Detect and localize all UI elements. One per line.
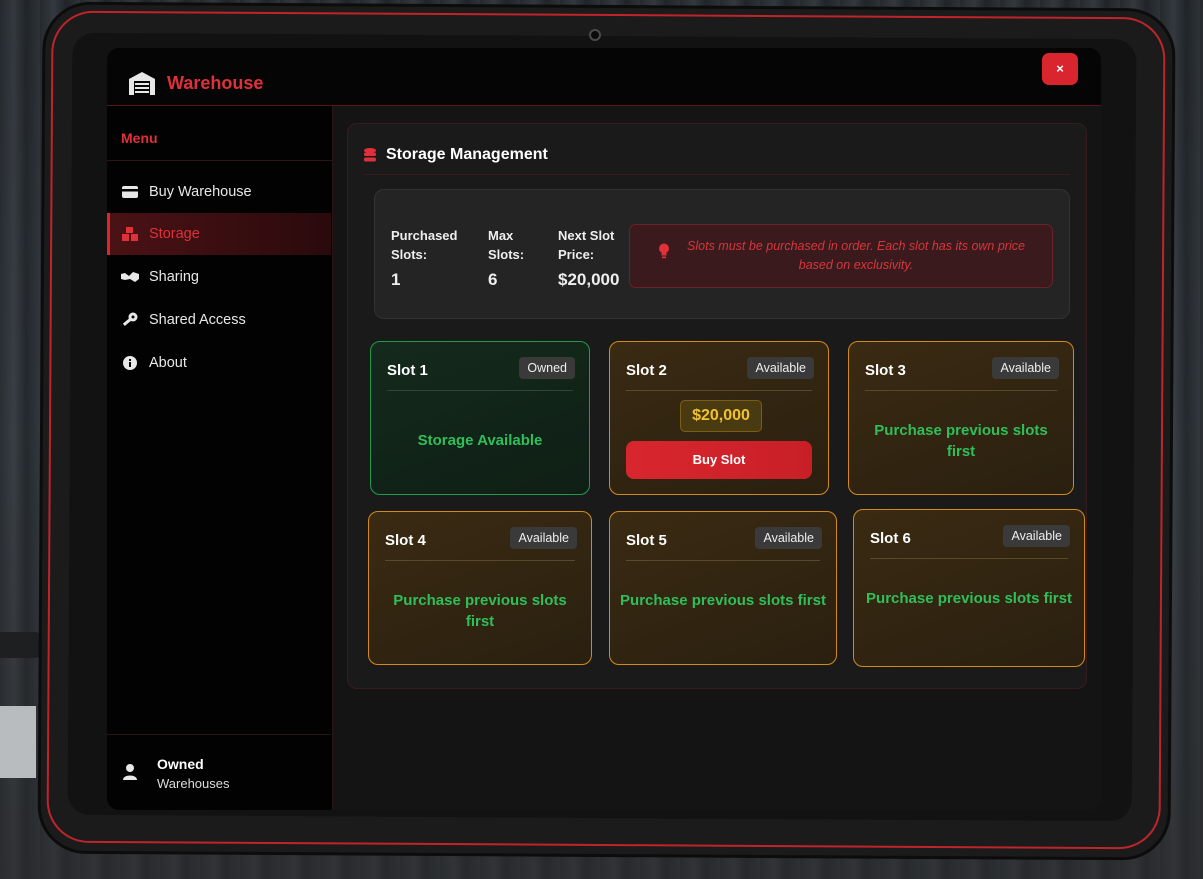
lightbulb-icon (659, 243, 669, 259)
slot-divider (865, 390, 1057, 391)
panel-header: Storage Management (364, 136, 1070, 175)
slot-message: Storage Available (417, 432, 543, 449)
sidebar-item-label: About (149, 355, 187, 371)
sidebar-item-label: Shared Access (149, 312, 246, 328)
stat-value: 1 (391, 270, 401, 289)
slot-name: Slot 2 (626, 362, 667, 379)
stat-max-slots: Max Slots: 6 (488, 226, 530, 290)
sidebar-item-label: Storage (149, 226, 200, 242)
sidebar: Menu Buy Warehouse Storage Sharing Share… (107, 106, 333, 810)
slot-status-badge: Owned (519, 357, 575, 379)
slot-status-badge: Available (1003, 525, 1070, 547)
slot-price: $20,000 (680, 400, 762, 432)
handshake-icon (121, 270, 139, 284)
slot-message: Purchase previous slots first (874, 422, 1048, 460)
slot-card-3: Slot 3 Available Purchase previous slots… (848, 341, 1074, 495)
slot-card-1: Slot 1 Owned Storage Available (370, 341, 590, 495)
slot-divider (385, 560, 575, 561)
stat-label: Next Slot Price: (558, 228, 615, 262)
sidebar-item-storage[interactable]: Storage (107, 213, 331, 255)
sidebar-item-shared-access[interactable]: Shared Access (107, 299, 331, 341)
menu-divider (107, 160, 333, 161)
slot-message: Purchase previous slots first (620, 592, 826, 609)
database-icon (364, 148, 376, 162)
storage-stats: Purchased Slots: 1 Max Slots: 6 Next Slo… (374, 189, 1070, 319)
stat-next-slot-price: Next Slot Price: $20,000 (558, 226, 622, 290)
sidebar-item-sharing[interactable]: Sharing (107, 256, 331, 298)
storage-panel: Storage Management Purchased Slots: 1 Ma… (347, 123, 1087, 689)
sidebar-item-about[interactable]: About (107, 342, 331, 384)
slot-message: Purchase previous slots first (866, 590, 1072, 607)
sidebar-footer-divider (107, 734, 331, 735)
slot-card-4: Slot 4 Available Purchase previous slots… (368, 511, 592, 665)
slot-card-6: Slot 6 Available Purchase previous slots… (853, 509, 1085, 667)
sidebar-item-label: Buy Warehouse (149, 184, 252, 200)
credit-card-icon (121, 185, 139, 199)
slot-status-badge: Available (992, 357, 1059, 379)
key-icon (121, 312, 139, 327)
stat-value: $20,000 (558, 270, 620, 289)
slot-name: Slot 6 (870, 530, 911, 547)
warehouse-app: Warehouse × Menu Buy Warehouse Storage S… (107, 48, 1101, 810)
close-button[interactable]: × (1042, 53, 1078, 85)
slot-name: Slot 4 (385, 532, 426, 549)
panel-title: Storage Management (386, 146, 548, 163)
slot-status-badge: Available (510, 527, 577, 549)
buy-slot-button[interactable]: Buy Slot (626, 441, 812, 479)
slot-divider (387, 390, 573, 391)
app-title: Warehouse (167, 73, 264, 93)
warehouse-icon (129, 72, 155, 95)
slot-name: Slot 3 (865, 362, 906, 379)
purchase-order-note: Slots must be purchased in order. Each s… (629, 224, 1053, 288)
slot-card-2: Slot 2 Available $20,000 Buy Slot (609, 341, 829, 495)
app-header: Warehouse × (107, 48, 1101, 106)
slot-divider (626, 560, 820, 561)
slot-card-5: Slot 5 Available Purchase previous slots… (609, 511, 837, 665)
background-ledge (0, 632, 44, 658)
stat-label: Purchased Slots: (391, 228, 458, 262)
stat-purchased-slots: Purchased Slots: 1 (391, 226, 463, 290)
background-panel (0, 706, 36, 778)
menu-title: Menu (121, 130, 158, 146)
slot-divider (626, 390, 812, 391)
info-icon (121, 356, 139, 370)
owned-title: Owned (157, 756, 204, 772)
camera-icon (589, 29, 601, 41)
stat-label: Max Slots: (488, 228, 525, 262)
stat-value: 6 (488, 270, 498, 289)
note-text: Slots must be purchased in order. Each s… (687, 239, 1025, 272)
slot-message: Purchase previous slots first (393, 592, 567, 630)
sidebar-item-buy-warehouse[interactable]: Buy Warehouse (107, 171, 331, 213)
slot-status-badge: Available (755, 527, 822, 549)
sidebar-item-label: Sharing (149, 269, 199, 285)
user-icon (123, 764, 137, 780)
slot-divider (870, 558, 1068, 559)
slot-name: Slot 5 (626, 532, 667, 549)
slot-status-badge: Available (747, 357, 814, 379)
slot-name: Slot 1 (387, 362, 428, 379)
owned-subtitle: Warehouses (157, 776, 230, 791)
boxes-icon (121, 227, 139, 241)
